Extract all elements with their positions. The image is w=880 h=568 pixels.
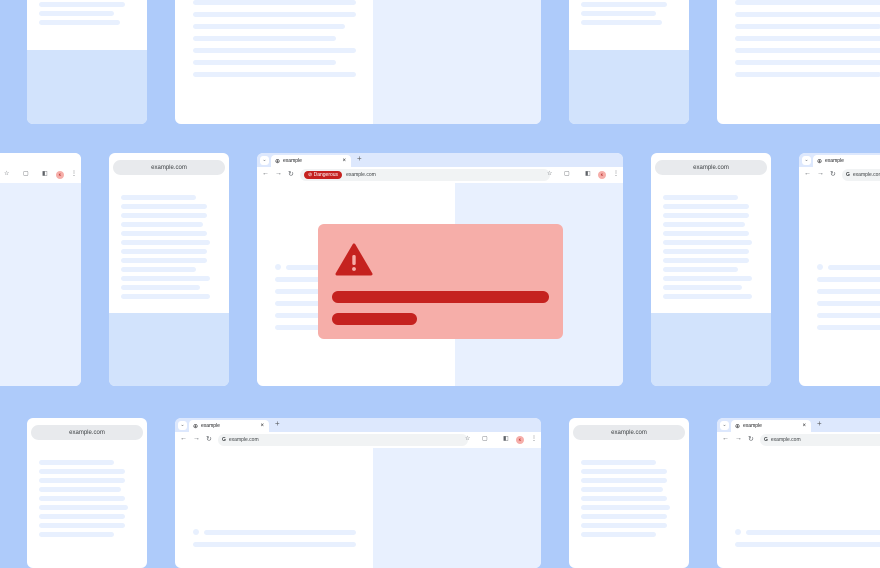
forward-icon[interactable]: → [817, 170, 824, 177]
tab-search-button[interactable]: ⌄ [720, 421, 729, 430]
omnibox[interactable]: G example.com [842, 169, 880, 181]
menu-icon[interactable]: ⋮ [531, 435, 537, 442]
star-icon[interactable]: ☆ [547, 170, 552, 177]
address-bar[interactable]: example.com [113, 160, 225, 175]
side-panel-icon[interactable]: ◧ [42, 170, 48, 177]
menu-icon[interactable]: ⋮ [613, 170, 619, 177]
new-tab-button[interactable]: + [275, 419, 280, 428]
tab-example[interactable]: ⊕ example × [189, 420, 269, 432]
warning-line [332, 313, 417, 325]
back-icon[interactable]: ← [722, 435, 729, 442]
tab-search-button[interactable]: ⌄ [178, 421, 187, 430]
tab-search-button[interactable]: ⌄ [802, 156, 811, 165]
dangerous-chip[interactable]: ⊘ Dangerous [304, 171, 343, 179]
reload-icon[interactable]: ↻ [748, 435, 754, 443]
extensions-icon[interactable]: ▢ [564, 170, 570, 177]
address-bar[interactable]: example.com [31, 425, 143, 440]
omnibox[interactable]: G example.com [218, 434, 468, 446]
omnibox-url: example.com [770, 437, 801, 443]
page-card: example.com [569, 418, 689, 568]
page-card: example.com [109, 153, 229, 386]
page-card [717, 0, 880, 124]
forward-icon[interactable]: → [193, 435, 200, 442]
avatar[interactable]: K [598, 171, 606, 179]
toolbar: ← → ↻ ⊘ Dangerous example.com ☆ ▢ ◧ K ⋮ [257, 167, 623, 183]
close-tab-icon[interactable]: × [342, 158, 346, 164]
omnibox-url: example.com [346, 172, 376, 178]
browser-card: ⌄ ⊕ example × + ← → ↻ G example.com [717, 418, 880, 568]
omnibox[interactable]: ⊘ Dangerous example.com [300, 169, 550, 181]
page-card: example.com [27, 418, 147, 568]
globe-icon: ⊕ [193, 423, 199, 430]
tab-title: example [743, 423, 762, 429]
forward-icon[interactable]: → [275, 170, 282, 177]
google-icon: G [846, 172, 850, 178]
side-panel-icon[interactable]: ◧ [503, 435, 509, 442]
address-bar[interactable]: example.com [655, 160, 767, 175]
new-tab-button[interactable]: + [357, 154, 362, 163]
tab-search-button[interactable]: ⌄ [260, 156, 269, 165]
dangerous-label: Dangerous [313, 172, 339, 178]
globe-icon: ⊕ [817, 158, 823, 165]
page-card [569, 0, 689, 124]
extensions-icon[interactable]: ▢ [23, 170, 29, 177]
browser-card: ☆ ▢ ◧ K ⋮ [0, 153, 81, 386]
omnibox-url: example.com [228, 437, 259, 443]
warning-triangle-icon [335, 243, 373, 276]
tab-title: example [283, 158, 302, 164]
tab-example[interactable]: ⊕ example × [731, 420, 811, 432]
google-icon: G [222, 437, 226, 443]
warning-line [332, 291, 549, 303]
forward-icon[interactable]: → [735, 435, 742, 442]
page-card [27, 0, 147, 124]
star-icon[interactable]: ☆ [4, 170, 9, 177]
avatar[interactable]: K [56, 171, 64, 179]
page-card [175, 0, 541, 124]
back-icon[interactable]: ← [804, 170, 811, 177]
page-card: example.com [651, 153, 771, 386]
menu-icon[interactable]: ⋮ [71, 170, 77, 177]
tab-example[interactable]: ⊕ example [813, 155, 880, 167]
star-icon[interactable]: ☆ [465, 435, 470, 442]
reload-icon[interactable]: ↻ [830, 170, 836, 178]
omnibox-url: example.com [852, 172, 880, 178]
danger-icon: ⊘ [308, 172, 313, 178]
avatar[interactable]: K [516, 436, 524, 444]
globe-icon: ⊕ [735, 423, 741, 430]
browser-card: ⌄ ⊕ example × + ← → ↻ G example.com ☆ ▢ … [175, 418, 541, 568]
omnibox[interactable]: G example.com [760, 434, 880, 446]
new-tab-button[interactable]: + [817, 419, 822, 428]
tab-title: example [201, 423, 220, 429]
tab-example[interactable]: ⊕ example × [271, 155, 351, 167]
side-panel-icon[interactable]: ◧ [585, 170, 591, 177]
globe-icon: ⊕ [275, 158, 281, 165]
tab-title: example [825, 158, 844, 164]
reload-icon[interactable]: ↻ [206, 435, 212, 443]
tab-strip: ⌄ ⊕ example × + [257, 153, 623, 167]
close-tab-icon[interactable]: × [802, 423, 806, 429]
back-icon[interactable]: ← [180, 435, 187, 442]
address-bar[interactable]: example.com [573, 425, 685, 440]
back-icon[interactable]: ← [262, 170, 269, 177]
google-icon: G [764, 437, 768, 443]
warning-card [318, 224, 563, 339]
browser-card: ⌄ ⊕ example ← → ↻ G example.com [799, 153, 880, 386]
reload-icon[interactable]: ↻ [288, 170, 294, 178]
extensions-icon[interactable]: ▢ [482, 435, 488, 442]
canvas: { "site": { "url": "example.com", "tab_t… [0, 0, 880, 568]
close-tab-icon[interactable]: × [260, 423, 264, 429]
